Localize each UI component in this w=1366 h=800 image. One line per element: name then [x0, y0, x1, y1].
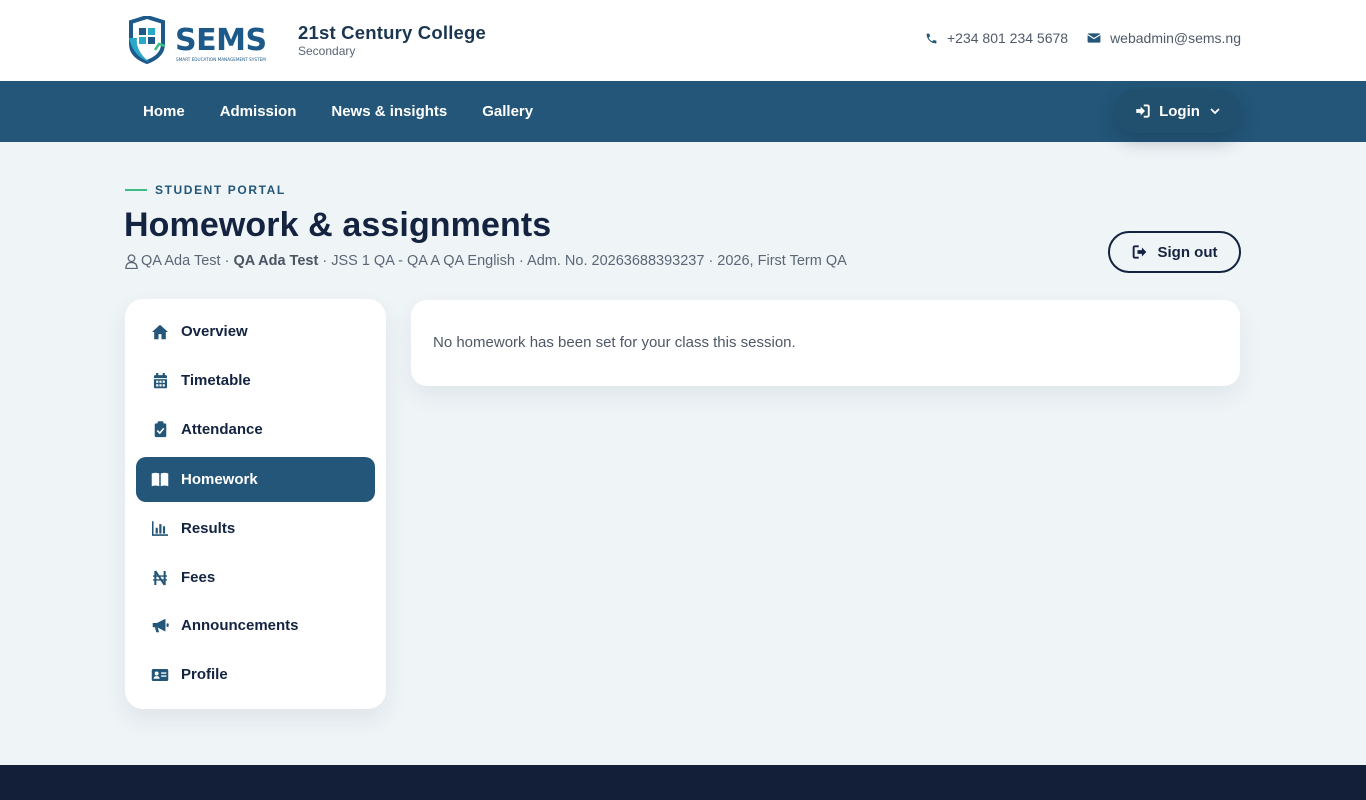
book-open-icon [151, 471, 169, 489]
sidebar-item-label: Profile [181, 666, 228, 683]
sidebar-item-label: Results [181, 520, 236, 537]
portal-sidebar: Overview Timetable Attendance Homework R… [125, 299, 386, 709]
calendar-icon [151, 372, 169, 390]
meta-separator: · [220, 253, 234, 269]
sidebar-item-fees[interactable]: Fees [136, 555, 375, 600]
sidebar-item-profile[interactable]: Profile [136, 652, 375, 697]
megaphone-icon [151, 617, 169, 635]
sidebar-item-label: Attendance [181, 421, 263, 438]
svg-text:SMART EDUCATION MANAGEMENT SYS: SMART EDUCATION MANAGEMENT SYSTEM [176, 57, 266, 62]
contact-info: +234 801 234 5678 webadmin@sems.ng [925, 30, 1241, 46]
site-header: SEMS SMART EDUCATION MANAGEMENT SYSTEM 2… [0, 0, 1366, 81]
phone-number: +234 801 234 5678 [946, 30, 1069, 46]
nav-admission[interactable]: Admission [220, 103, 297, 120]
chart-icon [151, 520, 169, 538]
envelope-icon [1087, 33, 1101, 43]
id-card-icon [151, 666, 169, 684]
sidebar-item-label: Fees [181, 569, 216, 586]
home-icon [151, 323, 169, 341]
chevron-down-icon [1210, 107, 1220, 114]
sidebar-item-attendance[interactable]: Attendance [136, 407, 375, 452]
site-footer [0, 765, 1366, 800]
sidebar-item-announcements[interactable]: Announcements [136, 603, 375, 648]
clipboard-check-icon [151, 421, 169, 439]
email-address: webadmin@sems.ng [1110, 30, 1241, 46]
student-name-bold: QA Ada Test [233, 253, 319, 269]
login-dropdown-button[interactable]: Login [1114, 89, 1241, 133]
sidebar-item-homework[interactable]: Homework [136, 457, 375, 502]
login-label: Login [1159, 102, 1200, 120]
sign-out-label: Sign out [1157, 243, 1218, 261]
college-type: Secondary [298, 44, 356, 58]
naira-icon [151, 569, 169, 587]
nav-home[interactable]: Home [143, 103, 185, 120]
sidebar-item-label: Homework [181, 471, 258, 488]
student-name: QA Ada Test [141, 253, 221, 269]
eyebrow-accent-line [125, 189, 147, 191]
email-contact[interactable]: webadmin@sems.ng [1087, 30, 1241, 46]
sign-out-icon [1132, 245, 1146, 259]
page-title: Homework & assignments [124, 206, 552, 244]
brand[interactable]: SEMS SMART EDUCATION MANAGEMENT SYSTEM 2… [125, 16, 486, 64]
sign-out-button[interactable]: Sign out [1108, 231, 1241, 273]
sidebar-item-overview[interactable]: Overview [136, 309, 375, 354]
sidebar-item-label: Announcements [181, 617, 299, 634]
student-meta: QA Ada Test · QA Ada Test · JSS 1 QA - Q… [125, 253, 847, 269]
sign-in-icon [1136, 104, 1150, 118]
college-name: 21st Century College [298, 22, 487, 43]
empty-state-message: No homework has been set for your class … [433, 334, 796, 351]
sidebar-item-label: Timetable [181, 372, 251, 389]
student-class-details: · JSS 1 QA - QA A QA English · Adm. No. … [318, 253, 847, 269]
nav-gallery[interactable]: Gallery [482, 103, 533, 120]
phone-contact[interactable]: +234 801 234 5678 [925, 30, 1068, 46]
phone-icon [926, 33, 937, 43]
sidebar-item-label: Overview [181, 323, 248, 340]
main-nav: Home Admission News & insights Gallery L… [0, 81, 1366, 142]
nav-news-insights[interactable]: News & insights [331, 103, 447, 120]
svg-text:SEMS: SEMS [175, 23, 267, 58]
homework-panel: No homework has been set for your class … [411, 300, 1240, 386]
user-icon [125, 253, 138, 269]
sidebar-item-timetable[interactable]: Timetable [136, 358, 375, 403]
section-eyebrow: STUDENT PORTAL [125, 183, 286, 197]
sidebar-item-results[interactable]: Results [136, 506, 375, 551]
sems-logo: SEMS SMART EDUCATION MANAGEMENT SYSTEM [129, 16, 267, 64]
eyebrow-label: STUDENT PORTAL [155, 183, 286, 197]
